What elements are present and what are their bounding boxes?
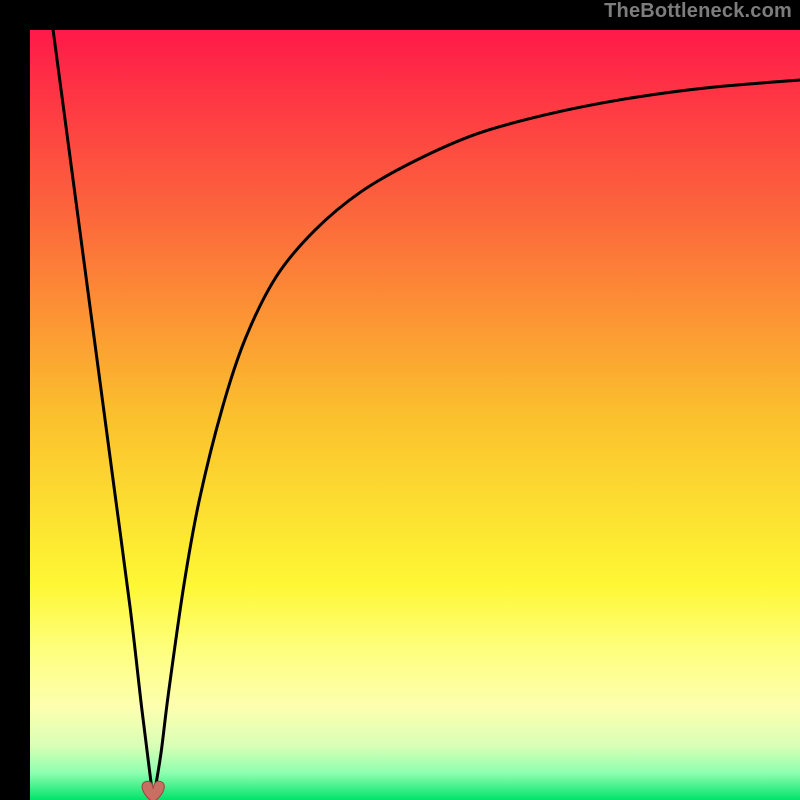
watermark-text: TheBottleneck.com: [604, 0, 792, 23]
background-gradient: [30, 30, 800, 800]
plot-area: [30, 30, 800, 800]
chart-frame: [15, 15, 785, 785]
